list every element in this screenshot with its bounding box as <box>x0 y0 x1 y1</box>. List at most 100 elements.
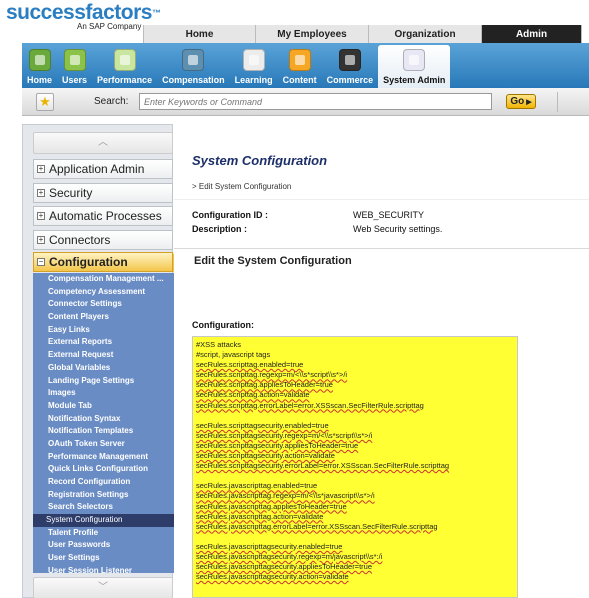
sidebar-item-system-configuration[interactable]: System Configuration <box>33 514 174 527</box>
sidebar-item-landing-page-settings[interactable]: Landing Page Settings <box>33 375 174 388</box>
code-line: secRules.scripttagsecurity.appliesToHead… <box>196 440 359 450</box>
learning-icon <box>242 49 265 71</box>
go-button-label: Go <box>510 96 525 107</box>
module-label: Home <box>27 75 53 85</box>
sidebar-item-external-request[interactable]: External Request <box>33 349 174 362</box>
module-compensation[interactable]: Compensation <box>157 45 230 88</box>
section-security[interactable]: + Security <box>33 183 173 203</box>
module-system-admin[interactable]: System Admin <box>378 45 451 88</box>
sidebar-item-notification-templates[interactable]: Notification Templates <box>33 425 174 438</box>
module-commerce[interactable]: Commerce <box>322 45 379 88</box>
play-arrow-icon: ▶ <box>526 98 532 106</box>
sidebar-item-quick-links-configuration[interactable]: Quick Links Configuration <box>33 463 174 476</box>
section-label: Connectors <box>49 233 111 247</box>
description-label: Description : <box>192 224 248 234</box>
favorites-star-icon[interactable]: ★ <box>36 93 54 111</box>
module-learning[interactable]: Learning <box>230 45 278 88</box>
module-performance[interactable]: Performance <box>92 45 157 88</box>
top-navigation: Home My Employees Organization Admin <box>143 25 582 43</box>
sidebar-item-module-tab[interactable]: Module Tab <box>33 400 174 413</box>
sidebar-item-registration-settings[interactable]: Registration Settings <box>33 489 174 502</box>
code-line: #script, javascript tags <box>196 350 271 360</box>
collapse-icon: − <box>37 257 45 266</box>
module-tabs: Home Users Performance Compensation Lear… <box>22 45 451 88</box>
code-line: secRules.scripttagsecurity.regexp=m/<\\s… <box>196 430 373 440</box>
code-line: secRules.javascripttagsecurity.regexp=m/… <box>196 551 383 561</box>
expand-icon: + <box>37 211 45 220</box>
search-input[interactable] <box>139 93 492 110</box>
code-line: secRules.scripttag.errorLabel=error.XSSs… <box>196 400 424 410</box>
section-application-admin[interactable]: + Application Admin <box>33 159 173 179</box>
search-label: Search: <box>94 96 129 107</box>
left-navigation-panel: ︿ + Application Admin + Security + Autom… <box>22 124 182 598</box>
section-label: Automatic Processes <box>49 209 162 223</box>
trademark-mark: ™ <box>151 8 161 18</box>
description-value: Web Security settings. <box>353 224 443 234</box>
code-line: secRules.scripttagsecurity.errorLabel=er… <box>196 461 450 471</box>
section-automatic-processes[interactable]: + Automatic Processes <box>33 206 173 226</box>
sidebar-item-talent-profile[interactable]: Talent Profile <box>33 527 174 540</box>
section-configuration[interactable]: − Configuration <box>33 252 182 273</box>
code-line: secRules.javascripttagsecurity.enabled=t… <box>196 541 343 551</box>
section-label: Configuration <box>49 255 128 269</box>
sidebar-item-easy-links[interactable]: Easy Links <box>33 324 174 337</box>
sidebar-item-performance-management[interactable]: Performance Management <box>33 451 174 464</box>
sidebar-item-notification-syntax[interactable]: Notification Syntax <box>33 413 174 426</box>
module-label: Learning <box>234 75 273 85</box>
home-icon <box>28 49 51 71</box>
sidebar-item-content-players[interactable]: Content Players <box>33 311 174 324</box>
sidebar-item-compensation-management[interactable]: Compensation Management ... <box>33 273 174 286</box>
chevron-down-icon: ﹀ <box>98 582 108 593</box>
code-line: secRules.javascripttag.regexp=m/<\\s*jav… <box>196 491 375 501</box>
divider <box>174 199 589 200</box>
configuration-textarea[interactable]: #XSS attacks #script, javascript tags secR… <box>192 336 518 598</box>
brand-name: successfactors <box>6 1 152 24</box>
topnav-home[interactable]: Home <box>143 25 256 43</box>
section-label: Security <box>49 186 93 200</box>
configuration-submenu: Compensation Management ... Competency As… <box>33 273 174 573</box>
section-heading: Edit the System Configuration <box>194 255 352 267</box>
successfactors-logo[interactable]: successfactors™ An SAP Company <box>6 1 161 32</box>
commerce-icon <box>338 49 361 71</box>
code-line: secRules.scripttagsecurity.action=valida… <box>196 451 335 461</box>
code-line: secRules.javascripttag.enabled=true <box>196 481 318 491</box>
module-home[interactable]: Home <box>22 45 57 88</box>
code-line: secRules.javascripttag.action=validate <box>196 511 324 521</box>
sidebar-item-user-settings[interactable]: User Settings <box>33 552 174 565</box>
sidebar-item-search-selectors[interactable]: Search Selectors <box>33 501 174 514</box>
module-users[interactable]: Users <box>57 45 92 88</box>
topnav-my-employees[interactable]: My Employees <box>256 25 369 43</box>
code-line: secRules.scripttag.action=validate <box>196 390 310 400</box>
compensation-icon <box>182 49 205 71</box>
sidebar-item-global-variables[interactable]: Global Variables <box>33 362 174 375</box>
page-title: System Configuration <box>192 153 328 168</box>
sidebar-item-connector-settings[interactable]: Connector Settings <box>33 298 174 311</box>
sidebar-item-images[interactable]: Images <box>33 387 174 400</box>
scroll-up-button[interactable]: ︿ <box>33 132 173 154</box>
brand-tagline: An SAP Company <box>77 22 142 31</box>
sidebar-item-competency-assessment[interactable]: Competency Assessment <box>33 286 174 299</box>
sidebar-item-oauth-token-server[interactable]: OAuth Token Server <box>33 438 174 451</box>
users-icon <box>63 49 86 71</box>
code-line: secRules.javascripttagsecurity.action=va… <box>196 572 349 582</box>
sidebar-item-user-session-listener[interactable]: User Session Listener <box>33 565 174 573</box>
sidebar-item-record-configuration[interactable]: Record Configuration <box>33 476 174 489</box>
expand-icon: + <box>37 188 45 197</box>
config-id-value: WEB_SECURITY <box>353 210 425 220</box>
module-label: Commerce <box>326 75 374 85</box>
module-content[interactable]: Content <box>278 45 322 88</box>
topnav-admin[interactable]: Admin <box>482 25 582 43</box>
code-line: secRules.scripttag.enabled=true <box>196 360 304 370</box>
sidebar-item-external-reports[interactable]: External Reports <box>33 336 174 349</box>
topnav-organization[interactable]: Organization <box>369 25 482 43</box>
expand-icon: + <box>37 235 45 244</box>
edit-section-header: Edit the System Configuration <box>174 248 589 272</box>
go-button[interactable]: Go ▶ <box>506 94 536 109</box>
code-line: secRules.javascripttagsecurity.appliesTo… <box>196 562 372 572</box>
chevron-up-icon: ︿ <box>98 137 108 148</box>
breadcrumb[interactable]: > Edit System Configuration <box>192 182 291 191</box>
scroll-down-button[interactable]: ﹀ <box>33 577 173 598</box>
section-connectors[interactable]: + Connectors <box>33 230 173 250</box>
sidebar-item-user-passwords[interactable]: User Passwords <box>33 539 174 552</box>
